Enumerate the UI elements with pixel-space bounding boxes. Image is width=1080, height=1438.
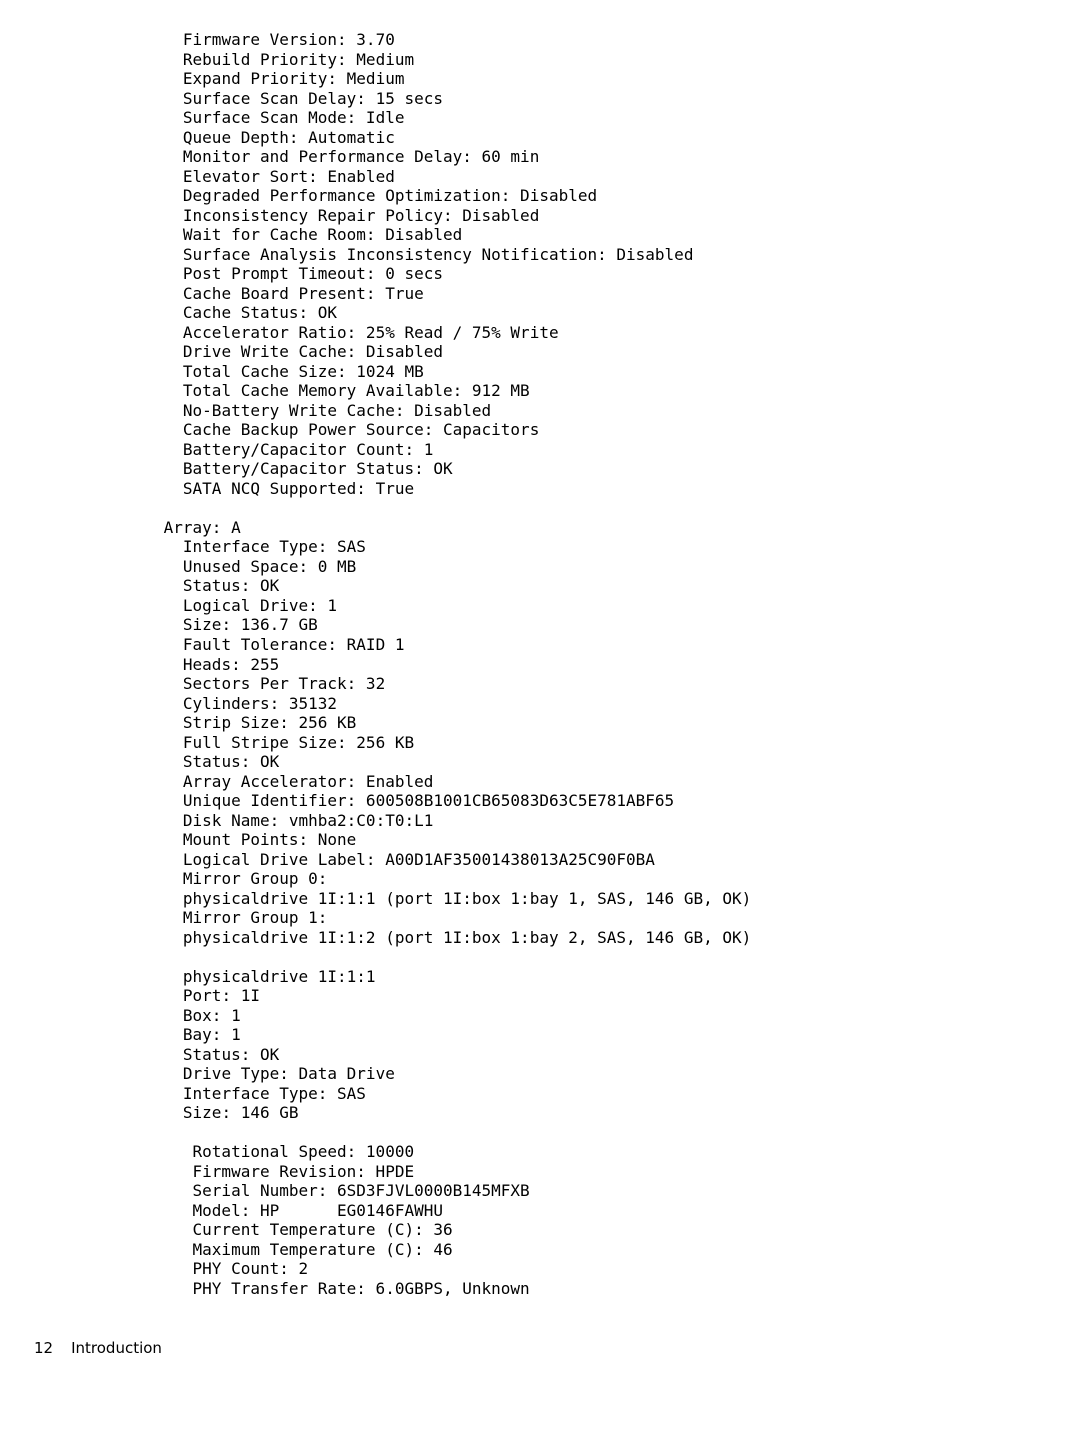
array-heads: Heads: 255 bbox=[154, 655, 1080, 675]
ctrl-inconsistency-repair: Inconsistency Repair Policy: Disabled bbox=[154, 206, 1080, 226]
pd-firmware-revision: Firmware Revision: HPDE bbox=[154, 1162, 1080, 1182]
blank bbox=[154, 498, 1080, 518]
array-status-2: Status: OK bbox=[154, 752, 1080, 772]
pd-serial-number: Serial Number: 6SD3FJVL0000B145MFXB bbox=[154, 1181, 1080, 1201]
pd-bay: Bay: 1 bbox=[154, 1025, 1080, 1045]
array-unique-identifier: Unique Identifier: 600508B1001CB65083D63… bbox=[154, 791, 1080, 811]
ctrl-batt-cap-count: Battery/Capacitor Count: 1 bbox=[154, 440, 1080, 460]
array-logical-drive-label: Logical Drive Label: A00D1AF35001438013A… bbox=[154, 850, 1080, 870]
blank bbox=[154, 1123, 1080, 1143]
array-strip-size: Strip Size: 256 KB bbox=[154, 713, 1080, 733]
pd-current-temp: Current Temperature (C): 36 bbox=[154, 1220, 1080, 1240]
array-cylinders: Cylinders: 35132 bbox=[154, 694, 1080, 714]
array-header: Array: A bbox=[154, 518, 1080, 538]
ctrl-wait-cache-room: Wait for Cache Room: Disabled bbox=[154, 225, 1080, 245]
ctrl-firmware-version: Firmware Version: 3.70 bbox=[154, 30, 1080, 50]
pd-status: Status: OK bbox=[154, 1045, 1080, 1065]
pd-model: Model: HP EG0146FAWHU bbox=[154, 1201, 1080, 1221]
pd-phy-transfer-rate: PHY Transfer Rate: 6.0GBPS, Unknown bbox=[154, 1279, 1080, 1299]
pd-rotational-speed: Rotational Speed: 10000 bbox=[154, 1142, 1080, 1162]
array-full-stripe-size: Full Stripe Size: 256 KB bbox=[154, 733, 1080, 753]
array-physicaldrive-mg0: physicaldrive 1I:1:1 (port 1I:box 1:bay … bbox=[154, 889, 1080, 909]
array-accelerator: Array Accelerator: Enabled bbox=[154, 772, 1080, 792]
array-disk-name: Disk Name: vmhba2:C0:T0:L1 bbox=[154, 811, 1080, 831]
ctrl-post-prompt-timeout: Post Prompt Timeout: 0 secs bbox=[154, 264, 1080, 284]
ctrl-no-battery-write-cache: No-Battery Write Cache: Disabled bbox=[154, 401, 1080, 421]
ctrl-monitor-perf-delay: Monitor and Performance Delay: 60 min bbox=[154, 147, 1080, 167]
ctrl-cache-board-present: Cache Board Present: True bbox=[154, 284, 1080, 304]
array-status-1: Status: OK bbox=[154, 576, 1080, 596]
array-physicaldrive-mg1: physicaldrive 1I:1:2 (port 1I:box 1:bay … bbox=[154, 928, 1080, 948]
array-unused-space: Unused Space: 0 MB bbox=[154, 557, 1080, 577]
ctrl-total-cache-mem-avail: Total Cache Memory Available: 912 MB bbox=[154, 381, 1080, 401]
array-logical-drive: Logical Drive: 1 bbox=[154, 596, 1080, 616]
pd-drive-type: Drive Type: Data Drive bbox=[154, 1064, 1080, 1084]
array-mirror-group-0: Mirror Group 0: bbox=[154, 869, 1080, 889]
array-sectors-per-track: Sectors Per Track: 32 bbox=[154, 674, 1080, 694]
blank bbox=[154, 947, 1080, 967]
ctrl-total-cache-size: Total Cache Size: 1024 MB bbox=[154, 362, 1080, 382]
ctrl-surface-scan-mode: Surface Scan Mode: Idle bbox=[154, 108, 1080, 128]
pd-size: Size: 146 GB bbox=[154, 1103, 1080, 1123]
array-size: Size: 136.7 GB bbox=[154, 615, 1080, 635]
ctrl-surface-analysis-notif: Surface Analysis Inconsistency Notificat… bbox=[154, 245, 1080, 265]
pd-max-temp: Maximum Temperature (C): 46 bbox=[154, 1240, 1080, 1260]
document-page: Firmware Version: 3.70 Rebuild Priority:… bbox=[0, 30, 1080, 1299]
pd-phy-count: PHY Count: 2 bbox=[154, 1259, 1080, 1279]
pd-port: Port: 1I bbox=[154, 986, 1080, 1006]
ctrl-surface-scan-delay: Surface Scan Delay: 15 secs bbox=[154, 89, 1080, 109]
ctrl-accelerator-ratio: Accelerator Ratio: 25% Read / 75% Write bbox=[154, 323, 1080, 343]
ctrl-elevator-sort: Elevator Sort: Enabled bbox=[154, 167, 1080, 187]
ctrl-sata-ncq: SATA NCQ Supported: True bbox=[154, 479, 1080, 499]
pd-interface-type: Interface Type: SAS bbox=[154, 1084, 1080, 1104]
section-name: Introduction bbox=[71, 1339, 162, 1357]
array-mirror-group-1: Mirror Group 1: bbox=[154, 908, 1080, 928]
ctrl-cache-backup-src: Cache Backup Power Source: Capacitors bbox=[154, 420, 1080, 440]
ctrl-rebuild-priority: Rebuild Priority: Medium bbox=[154, 50, 1080, 70]
array-interface-type: Interface Type: SAS bbox=[154, 537, 1080, 557]
array-mount-points: Mount Points: None bbox=[154, 830, 1080, 850]
ctrl-cache-status: Cache Status: OK bbox=[154, 303, 1080, 323]
ctrl-batt-cap-status: Battery/Capacitor Status: OK bbox=[154, 459, 1080, 479]
pd-box: Box: 1 bbox=[154, 1006, 1080, 1026]
ctrl-degraded-perf-opt: Degraded Performance Optimization: Disab… bbox=[154, 186, 1080, 206]
page-footer: 12 Introduction bbox=[0, 1299, 1080, 1357]
page-number: 12 bbox=[34, 1339, 53, 1357]
ctrl-expand-priority: Expand Priority: Medium bbox=[154, 69, 1080, 89]
pd-header: physicaldrive 1I:1:1 bbox=[154, 967, 1080, 987]
array-fault-tolerance: Fault Tolerance: RAID 1 bbox=[154, 635, 1080, 655]
ctrl-drive-write-cache: Drive Write Cache: Disabled bbox=[154, 342, 1080, 362]
ctrl-queue-depth: Queue Depth: Automatic bbox=[154, 128, 1080, 148]
